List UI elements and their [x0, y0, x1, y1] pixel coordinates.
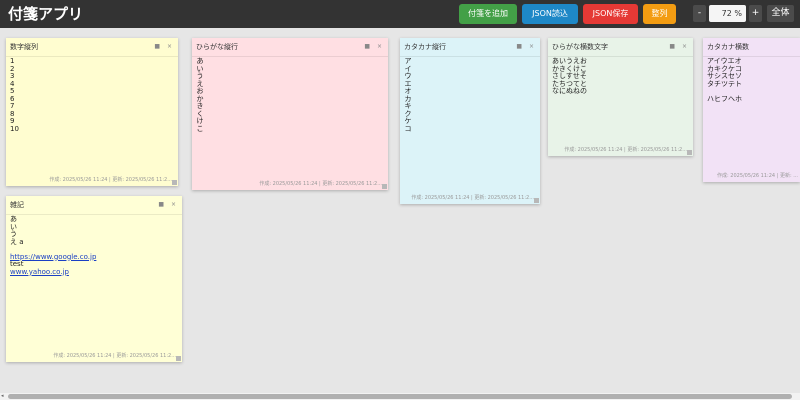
note-body[interactable]: ア イ ウ エ オ カ キ ク ケ コ	[404, 57, 412, 133]
note-title: カタカナ縦行	[404, 43, 446, 51]
resize-handle[interactable]	[382, 184, 387, 189]
json-load-button[interactable]: JSON読込	[522, 4, 578, 24]
note-line: なにぬねの	[552, 87, 587, 95]
note-header[interactable]: カタカナ縦行 ■ ×	[400, 38, 540, 57]
zoom-out-button[interactable]: -	[693, 5, 706, 22]
note-line: え a	[10, 237, 24, 246]
zoom-in-button[interactable]: +	[749, 5, 762, 22]
resize-handle[interactable]	[534, 198, 539, 203]
note-timestamp: 作成: 2025/05/26 11:24 | 更新: ...	[717, 173, 798, 179]
note-header[interactable]: 数字縦列 ■ ×	[6, 38, 178, 57]
note-header[interactable]: ひらがな横数文字 ■ ×	[548, 38, 693, 57]
note-title: 数字縦列	[10, 43, 38, 51]
note-timestamp: 作成: 2025/05/26 11:24 | 更新: 2025/05/26 11…	[259, 181, 382, 187]
vertical-text: あ い う え お か き く け こ	[196, 57, 204, 133]
close-icon[interactable]: ×	[171, 201, 176, 209]
sticky-note[interactable]: 数字縦列 ■ × 1 2 3 4 5 6 7 8 9 10 作成: 2025/0…	[6, 38, 178, 186]
zoom-input[interactable]: 72 %	[709, 5, 746, 22]
note-body[interactable]: あ い う え a https://www.google.co.jp test …	[10, 215, 96, 276]
note-body[interactable]: 1 2 3 4 5 6 7 8 9 10	[10, 57, 19, 133]
note-header[interactable]: ひらがな縦行 ■ ×	[192, 38, 388, 57]
note-body[interactable]: あ い う え お か き く け こ	[196, 57, 204, 133]
note-timestamp: 作成: 2025/05/26 11:24 | 更新: 2025/05/26 11…	[53, 353, 176, 359]
resize-handle[interactable]	[687, 150, 692, 155]
close-icon[interactable]: ×	[682, 43, 687, 51]
note-title: 雑記	[10, 201, 24, 209]
top-bar: 付箋アプリ 付箋を追加 JSON読込 JSON保存 整列 - 72 % + 全体	[0, 0, 800, 28]
note-line: 10	[10, 124, 19, 133]
note-header[interactable]: 雑記 ■ ×	[6, 196, 182, 215]
json-save-button[interactable]: JSON保存	[583, 4, 638, 24]
color-square-icon[interactable]: ■	[364, 43, 370, 51]
resize-handle[interactable]	[176, 356, 181, 361]
close-icon[interactable]: ×	[529, 43, 534, 51]
color-square-icon[interactable]: ■	[669, 43, 675, 51]
sticky-note[interactable]: ひらがな横数文字 ■ × あいうえお かきくけこ さしすせそ たちつてと なにぬ…	[548, 38, 693, 156]
note-link[interactable]: www.yahoo.co.jp	[10, 268, 69, 276]
note-line: ハヒフヘホ	[707, 94, 742, 103]
sticky-note[interactable]: ひらがな縦行 ■ × あ い う え お か き く け こ 作成: 2025/…	[192, 38, 388, 190]
fit-all-button[interactable]: 全体	[767, 5, 794, 22]
color-square-icon[interactable]: ■	[516, 43, 522, 51]
note-body[interactable]: あいうえお かきくけこ さしすせそ たちつてと なにぬねの	[552, 57, 587, 96]
arrange-button[interactable]: 整列	[643, 4, 676, 24]
sticky-note[interactable]: カタカナ縦行 ■ × ア イ ウ エ オ カ キ ク ケ コ 作成: 2025/…	[400, 38, 540, 204]
note-title: ひらがな横数文字	[552, 43, 608, 51]
note-timestamp: 作成: 2025/05/26 11:24 | 更新: 2025/05/26 11…	[564, 147, 687, 153]
vertical-text: ア イ ウ エ オ カ キ ク ケ コ	[404, 57, 412, 133]
note-line: タチツテト	[707, 79, 742, 88]
note-timestamp: 作成: 2025/05/26 11:24 | 更新: 2025/05/26 11…	[49, 177, 172, 183]
app-title: 付箋アプリ	[8, 5, 84, 23]
close-icon[interactable]: ×	[377, 43, 382, 51]
add-note-button[interactable]: 付箋を追加	[459, 4, 517, 24]
note-header[interactable]: カタカナ横数	[703, 38, 800, 57]
note-body[interactable]: アイウエオ カキクケコ サシスセソ タチツテト ハヒフヘホ	[707, 57, 742, 103]
color-square-icon[interactable]: ■	[154, 43, 160, 51]
horizontal-scrollbar[interactable]: ◂	[0, 393, 800, 400]
note-title: ひらがな縦行	[196, 43, 238, 51]
color-square-icon[interactable]: ■	[158, 201, 164, 209]
note-timestamp: 作成: 2025/05/26 11:24 | 更新: 2025/05/26 11…	[411, 195, 534, 201]
resize-handle[interactable]	[172, 180, 177, 185]
sticky-note[interactable]: カタカナ横数 アイウエオ カキクケコ サシスセソ タチツテト ハヒフヘホ 作成:…	[703, 38, 800, 182]
note-title: カタカナ横数	[707, 43, 749, 51]
scroll-left-icon[interactable]: ◂	[1, 394, 4, 399]
sticky-note[interactable]: 雑記 ■ × あ い う え a https://www.google.co.j…	[6, 196, 182, 362]
close-icon[interactable]: ×	[167, 43, 172, 51]
scrollbar-thumb[interactable]	[8, 394, 792, 399]
